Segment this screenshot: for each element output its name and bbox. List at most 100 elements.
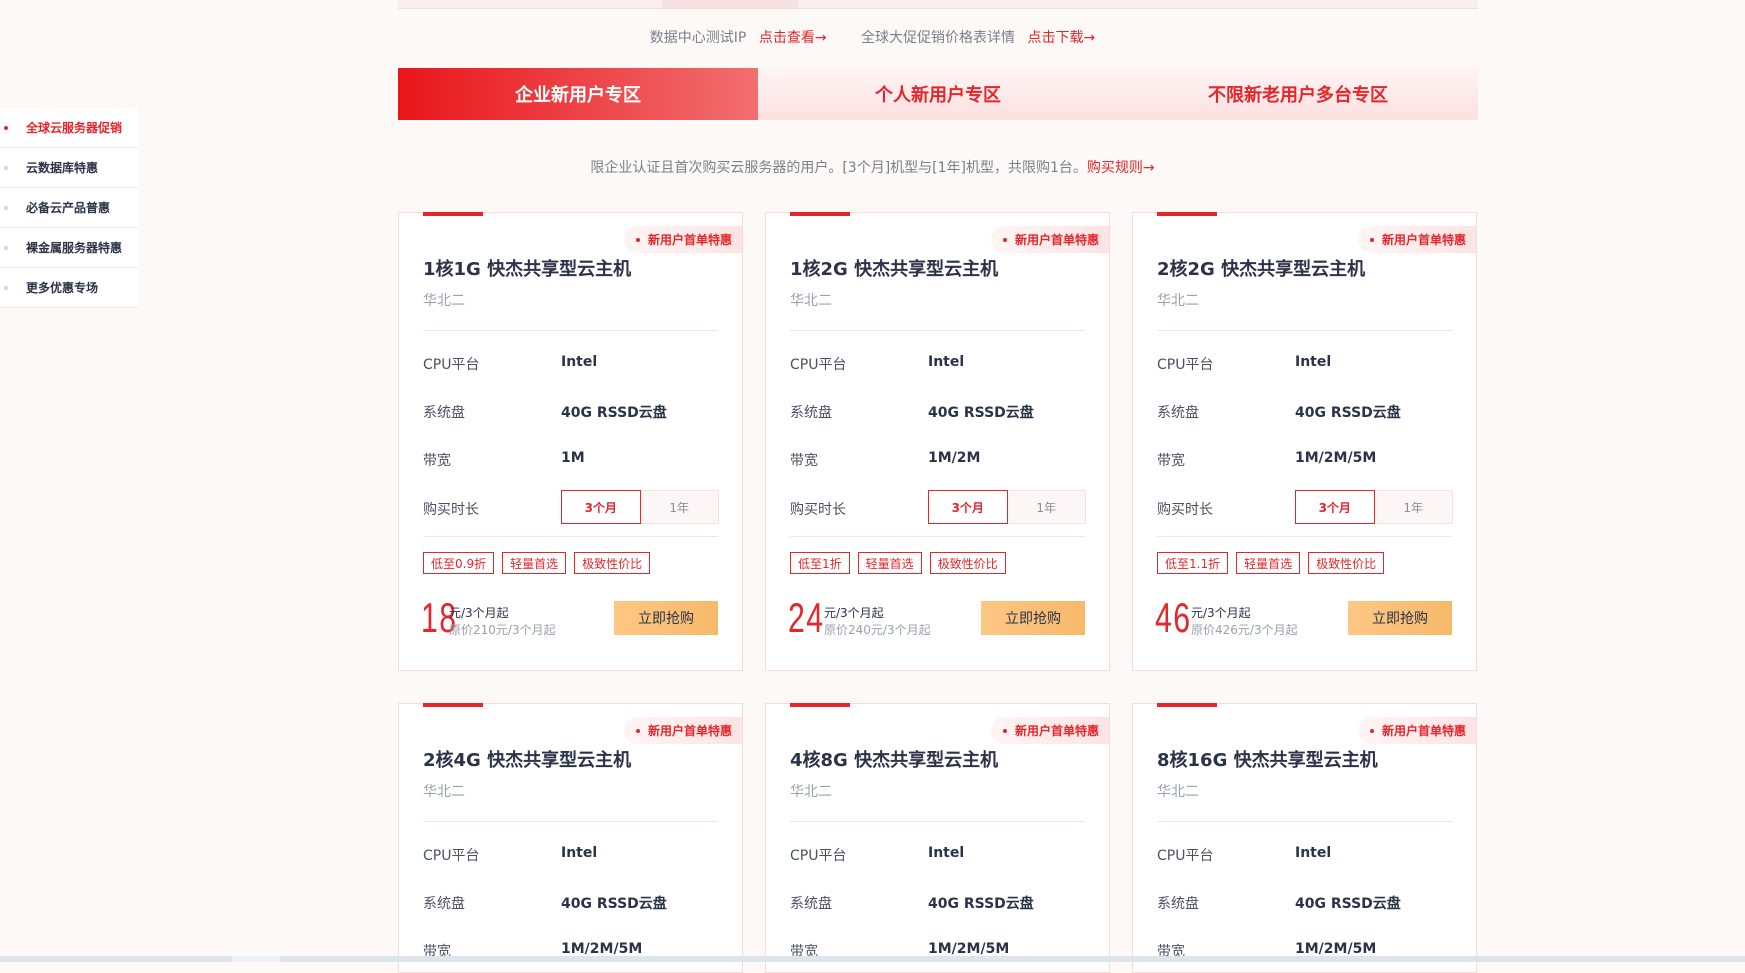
price-unit: 元/3个月起 [1191, 606, 1251, 620]
tab-unlimited-multi[interactable]: 不限新老用户多台专区 [1118, 68, 1478, 120]
product-card: 新用户首单特惠 8核16G 快杰共享型云主机 华北二 CPU平台 Intel 系… [1132, 703, 1477, 973]
product-card: 新用户首单特惠 2核4G 快杰共享型云主机 华北二 CPU平台 Intel 系统… [398, 703, 743, 973]
horizontal-scrollbar[interactable] [0, 956, 1745, 962]
cpu-label: CPU平台 [423, 357, 480, 373]
product-region: 华北二 [423, 784, 465, 800]
top-tab-segment [662, 0, 798, 8]
feature-tags: 低至1.1折 轻量首选 极致性价比 [1157, 552, 1385, 574]
disk-label: 系统盘 [790, 896, 832, 912]
divider [1157, 821, 1452, 822]
divider [790, 330, 1085, 331]
feature-tag: 极致性价比 [574, 552, 651, 574]
new-user-badge: 新用户首单特惠 [991, 717, 1109, 744]
product-region: 华北二 [1157, 784, 1199, 800]
duration-option-1-year[interactable]: 1年 [1374, 490, 1453, 524]
price-unit: 元/3个月起 [449, 606, 509, 620]
duration-selector: 3个月 1年 [1295, 490, 1453, 524]
cpu-label: CPU平台 [790, 357, 847, 373]
dot-icon [4, 286, 8, 290]
bandwidth-value: 1M/2M/5M [1295, 941, 1377, 957]
product-region: 华北二 [790, 293, 832, 309]
disk-label: 系统盘 [790, 405, 832, 421]
price-table-download-link[interactable]: 点击下载→ [1027, 30, 1095, 46]
dot-icon [4, 206, 8, 210]
product-region: 华北二 [1157, 293, 1199, 309]
scrollbar-thumb[interactable] [232, 956, 280, 962]
duration-option-3-months[interactable]: 3个月 [928, 490, 1008, 524]
divider [1157, 536, 1452, 537]
sidebar-item-bare-metal[interactable]: 裸金属服务器特惠 [0, 228, 138, 268]
bandwidth-value: 1M/2M/5M [928, 941, 1010, 957]
disk-value: 40G RSSD云盘 [1295, 896, 1401, 912]
price-value: 24 [788, 594, 825, 641]
divider [423, 536, 718, 537]
cpu-value: Intel [1295, 845, 1332, 861]
new-user-badge: 新用户首单特惠 [991, 226, 1109, 253]
product-region: 华北二 [790, 784, 832, 800]
sidebar-item-label: 必备云产品普惠 [26, 201, 111, 215]
disk-label: 系统盘 [423, 896, 465, 912]
sidebar-item-label: 全球云服务器促销 [26, 121, 123, 135]
bandwidth-value: 1M [561, 450, 585, 466]
divider [790, 821, 1085, 822]
product-title: 1核2G 快杰共享型云主机 [790, 259, 999, 280]
disk-label: 系统盘 [1157, 896, 1199, 912]
duration-label: 购买时长 [423, 502, 479, 518]
sidebar-item-label: 裸金属服务器特惠 [26, 241, 123, 255]
feature-tag: 低至1.1折 [1157, 552, 1229, 574]
top-tab-strip [398, 0, 1478, 9]
card-accent-bar [423, 703, 483, 707]
divider [423, 821, 718, 822]
card-accent-bar [1157, 212, 1217, 216]
tab-enterprise-new-user[interactable]: 企业新用户专区 [398, 68, 758, 120]
product-card: 新用户首单特惠 2核2G 快杰共享型云主机 华北二 CPU平台 Intel 系统… [1132, 212, 1477, 671]
original-price: 原价210元/3个月起 [449, 623, 556, 637]
divider [423, 330, 718, 331]
original-price: 原价240元/3个月起 [824, 623, 931, 637]
bandwidth-value: 1M/2M/5M [561, 941, 643, 957]
buy-now-button[interactable]: 立即抢购 [981, 601, 1085, 635]
feature-tags: 低至0.9折 轻量首选 极致性价比 [423, 552, 651, 574]
duration-option-1-year[interactable]: 1年 [1007, 490, 1086, 524]
duration-selector: 3个月 1年 [561, 490, 719, 524]
product-title: 1核1G 快杰共享型云主机 [423, 259, 632, 280]
bandwidth-label: 带宽 [423, 453, 451, 469]
disk-value: 40G RSSD云盘 [928, 405, 1034, 421]
feature-tag: 低至1折 [790, 552, 850, 574]
product-title: 2核4G 快杰共享型云主机 [423, 750, 632, 771]
disk-value: 40G RSSD云盘 [928, 896, 1034, 912]
sidebar-item-global-cloud-server[interactable]: 全球云服务器促销 [0, 108, 138, 148]
sidebar-item-more-offers[interactable]: 更多优惠专场 [0, 268, 138, 308]
test-ip-link[interactable]: 点击查看→ [759, 30, 827, 46]
card-accent-bar [790, 212, 850, 216]
divider [1157, 330, 1452, 331]
new-user-badge: 新用户首单特惠 [1358, 226, 1476, 253]
info-links-row: 数据中心测试IP 点击查看→ 全球大促促销价格表详情 点击下载→ [0, 27, 1745, 47]
new-user-badge: 新用户首单特惠 [624, 717, 742, 744]
duration-option-3-months[interactable]: 3个月 [1295, 490, 1375, 524]
buy-now-button[interactable]: 立即抢购 [614, 601, 718, 635]
product-card: 新用户首单特惠 4核8G 快杰共享型云主机 华北二 CPU平台 Intel 系统… [765, 703, 1110, 973]
sidebar-item-cloud-database[interactable]: 云数据库特惠 [0, 148, 138, 188]
duration-option-3-months[interactable]: 3个月 [561, 490, 641, 524]
user-zone-tabs: 企业新用户专区 个人新用户专区 不限新老用户多台专区 [398, 68, 1478, 120]
product-title: 4核8G 快杰共享型云主机 [790, 750, 999, 771]
cpu-value: Intel [561, 845, 598, 861]
original-price: 原价426元/3个月起 [1191, 623, 1298, 637]
cpu-value: Intel [928, 845, 965, 861]
feature-tag: 轻量首选 [502, 552, 567, 574]
product-card: 新用户首单特惠 1核2G 快杰共享型云主机 华北二 CPU平台 Intel 系统… [765, 212, 1110, 671]
buy-now-button[interactable]: 立即抢购 [1348, 601, 1452, 635]
tab-personal-new-user[interactable]: 个人新用户专区 [758, 68, 1118, 120]
bandwidth-label: 带宽 [1157, 453, 1185, 469]
duration-option-1-year[interactable]: 1年 [640, 490, 719, 524]
sidebar-item-essential-products[interactable]: 必备云产品普惠 [0, 188, 138, 228]
feature-tag: 极致性价比 [1308, 552, 1385, 574]
disk-label: 系统盘 [1157, 405, 1199, 421]
bandwidth-value: 1M/2M/5M [1295, 450, 1377, 466]
card-accent-bar [1157, 703, 1217, 707]
new-user-badge: 新用户首单特惠 [624, 226, 742, 253]
product-title: 8核16G 快杰共享型云主机 [1157, 750, 1378, 771]
purchase-rules-link[interactable]: 购买规则→ [1087, 160, 1155, 176]
price-unit: 元/3个月起 [824, 606, 884, 620]
